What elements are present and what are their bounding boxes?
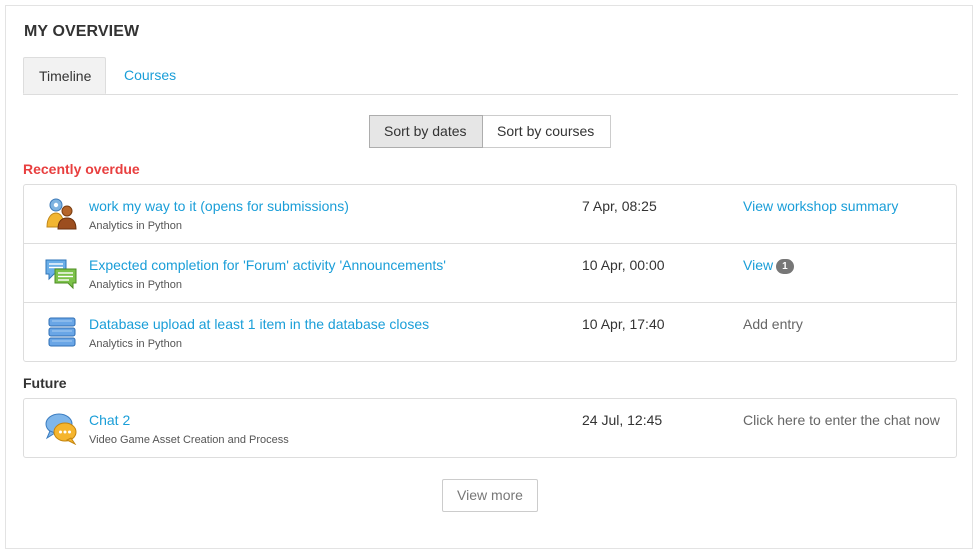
sort-by-courses-button[interactable]: Sort by courses — [483, 115, 611, 148]
workshop-icon — [44, 197, 78, 231]
event-date: 10 Apr, 00:00 — [582, 257, 665, 273]
view-more-button[interactable]: View more — [442, 479, 538, 512]
add-entry-action[interactable]: Add entry — [743, 316, 803, 332]
tab-bar: Timeline Courses — [23, 57, 958, 95]
event-name-link[interactable]: work my way to it (opens for submissions… — [89, 198, 349, 214]
event-name-link[interactable]: Database upload at least 1 item in the d… — [89, 316, 429, 332]
overdue-event-list: work my way to it (opens for submissions… — [23, 184, 957, 362]
event-name-link[interactable]: Expected completion for 'Forum' activity… — [89, 257, 446, 273]
event-name-link[interactable]: Chat 2 — [89, 412, 130, 428]
event-course-name: Analytics in Python — [89, 279, 182, 291]
event-course-name: Analytics in Python — [89, 338, 182, 350]
chat-icon — [44, 411, 78, 446]
sort-by-dates-button[interactable]: Sort by dates — [369, 115, 483, 148]
block-title: MY OVERVIEW — [24, 23, 140, 40]
database-icon — [44, 315, 78, 349]
list-item: Expected completion for 'Forum' activity… — [24, 244, 956, 303]
event-date: 10 Apr, 17:40 — [582, 316, 665, 332]
tab-timeline[interactable]: Timeline — [23, 57, 106, 94]
view-link[interactable]: View — [743, 257, 773, 273]
list-item: work my way to it (opens for submissions… — [24, 185, 956, 244]
count-badge: 1 — [776, 259, 794, 274]
list-item: Database upload at least 1 item in the d… — [24, 303, 956, 362]
view-workshop-summary-link[interactable]: View workshop summary — [743, 198, 898, 214]
view-link-wrapper: View 1 — [743, 257, 794, 274]
event-course-name: Analytics in Python — [89, 220, 182, 232]
future-event-list: Chat 2 Video Game Asset Creation and Pro… — [23, 398, 957, 458]
event-course-name: Video Game Asset Creation and Process — [89, 434, 289, 446]
event-date: 24 Jul, 12:45 — [582, 412, 663, 428]
tab-courses[interactable]: Courses — [109, 57, 191, 94]
sort-button-group: Sort by dates Sort by courses — [369, 115, 611, 148]
forum-icon — [44, 256, 78, 290]
section-heading-future: Future — [23, 375, 67, 391]
list-item: Chat 2 Video Game Asset Creation and Pro… — [24, 399, 956, 458]
event-date: 7 Apr, 08:25 — [582, 198, 657, 214]
enter-chat-action[interactable]: Click here to enter the chat now — [743, 412, 940, 428]
my-overview-block: MY OVERVIEW Timeline Courses Sort by dat… — [5, 5, 973, 549]
section-heading-recently-overdue: Recently overdue — [23, 161, 140, 177]
